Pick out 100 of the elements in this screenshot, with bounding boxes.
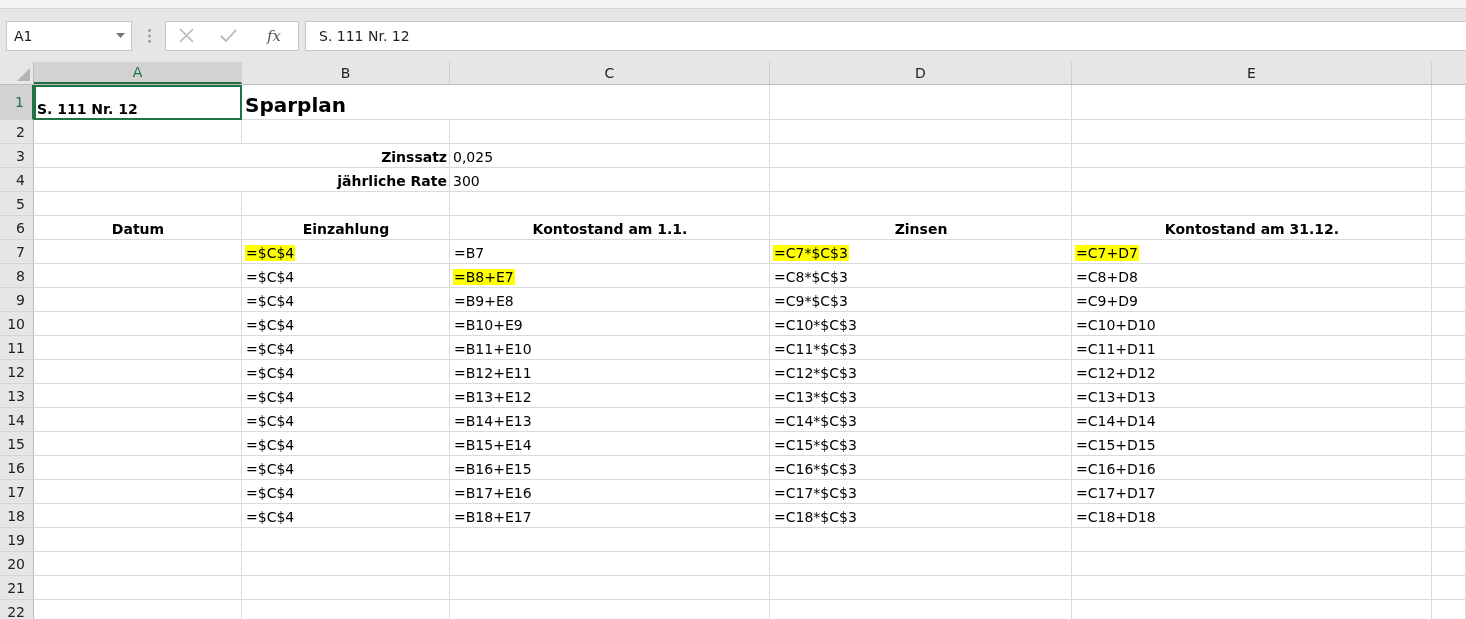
empty-cell[interactable] <box>1432 168 1466 192</box>
table-cell[interactable]: =C17*$C$3 <box>770 480 1072 504</box>
row-header[interactable]: 21 <box>0 576 34 600</box>
table-cell[interactable]: =C18+D18 <box>1072 504 1432 528</box>
row-header[interactable]: 13 <box>0 384 34 408</box>
empty-cell[interactable] <box>1432 504 1466 528</box>
table-cell[interactable]: =C7*$C$3 <box>770 240 1072 264</box>
table-cell[interactable]: =$C$4 <box>242 336 450 360</box>
table-cell[interactable]: =C14*$C$3 <box>770 408 1072 432</box>
empty-cell[interactable] <box>770 552 1072 576</box>
table-cell[interactable]: =C7+D7 <box>1072 240 1432 264</box>
row-header[interactable]: 8 <box>0 264 34 288</box>
row-header[interactable]: 14 <box>0 408 34 432</box>
table-cell[interactable]: =C8+D8 <box>1072 264 1432 288</box>
table-cell[interactable]: =B13+E12 <box>450 384 770 408</box>
table-cell[interactable]: =B10+E9 <box>450 312 770 336</box>
table-cell[interactable]: =C15*$C$3 <box>770 432 1072 456</box>
empty-cell[interactable] <box>770 120 1072 144</box>
drag-handle-icon[interactable] <box>148 28 151 43</box>
table-cell[interactable]: =C10+D10 <box>1072 312 1432 336</box>
table-cell[interactable]: =C18*$C$3 <box>770 504 1072 528</box>
empty-cell[interactable] <box>242 120 450 144</box>
table-cell[interactable]: =C10*$C$3 <box>770 312 1072 336</box>
select-all-icon[interactable] <box>17 68 30 81</box>
empty-cell[interactable] <box>1432 552 1466 576</box>
empty-cell[interactable] <box>1072 144 1432 168</box>
table-cell[interactable]: =C9+D9 <box>1072 288 1432 312</box>
column-header[interactable]: B <box>242 62 450 84</box>
row-header[interactable]: 20 <box>0 552 34 576</box>
row-header[interactable]: 10 <box>0 312 34 336</box>
row-header[interactable]: 11 <box>0 336 34 360</box>
checkmark-icon[interactable] <box>219 28 237 43</box>
insert-function-button[interactable]: fx <box>262 26 285 45</box>
table-cell[interactable]: =B14+E13 <box>450 408 770 432</box>
name-box[interactable]: A1 <box>6 20 132 51</box>
table-cell[interactable]: =C14+D14 <box>1072 408 1432 432</box>
row-header[interactable]: 4 <box>0 168 34 192</box>
empty-cell[interactable] <box>1432 144 1466 168</box>
row-header[interactable]: 16 <box>0 456 34 480</box>
table-cell[interactable]: =B17+E16 <box>450 480 770 504</box>
empty-cell[interactable] <box>450 85 770 120</box>
empty-cell[interactable] <box>770 168 1072 192</box>
table-cell[interactable]: =B8+E7 <box>450 264 770 288</box>
row-header[interactable]: 18 <box>0 504 34 528</box>
empty-cell[interactable] <box>450 120 770 144</box>
empty-cell[interactable] <box>1432 408 1466 432</box>
empty-cell[interactable] <box>450 192 770 216</box>
table-cell[interactable]: =C16*$C$3 <box>770 456 1072 480</box>
table-cell[interactable]: =$C$4 <box>242 384 450 408</box>
column-header[interactable]: C <box>450 62 770 84</box>
table-cell[interactable]: jährliche Rate <box>34 168 450 192</box>
table-cell[interactable]: =B16+E15 <box>450 456 770 480</box>
row-header[interactable]: 12 <box>0 360 34 384</box>
row-header[interactable]: 2 <box>0 120 34 144</box>
row-header[interactable]: 15 <box>0 432 34 456</box>
empty-cell[interactable] <box>1432 120 1466 144</box>
table-cell[interactable]: 0,025 <box>450 144 770 168</box>
empty-cell[interactable] <box>1432 432 1466 456</box>
empty-cell[interactable] <box>1432 528 1466 552</box>
table-cell[interactable]: =$C$4 <box>242 408 450 432</box>
empty-cell[interactable] <box>1432 240 1466 264</box>
table-cell[interactable]: =$C$4 <box>242 504 450 528</box>
table-cell[interactable]: =$C$4 <box>242 240 450 264</box>
table-cell[interactable]: =$C$4 <box>242 432 450 456</box>
table-cell[interactable]: =$C$4 <box>242 480 450 504</box>
empty-cell[interactable] <box>770 144 1072 168</box>
table-cell[interactable]: =C17+D17 <box>1072 480 1432 504</box>
empty-cell[interactable] <box>1072 192 1432 216</box>
table-cell[interactable]: =C12*$C$3 <box>770 360 1072 384</box>
empty-cell[interactable] <box>1432 360 1466 384</box>
row-header[interactable]: 22 <box>0 600 34 619</box>
empty-cell[interactable] <box>1432 456 1466 480</box>
table-cell[interactable]: Sparplan <box>242 85 450 120</box>
empty-cell[interactable] <box>450 528 770 552</box>
column-header[interactable]: E <box>1072 62 1432 84</box>
empty-cell[interactable] <box>770 192 1072 216</box>
table-cell[interactable]: =B18+E17 <box>450 504 770 528</box>
table-cell[interactable]: =$C$4 <box>242 360 450 384</box>
row-header[interactable]: 5 <box>0 192 34 216</box>
table-cell[interactable]: =C13*$C$3 <box>770 384 1072 408</box>
table-cell[interactable]: =$C$4 <box>242 312 450 336</box>
column-header[interactable]: D <box>770 62 1072 84</box>
table-cell[interactable]: =B15+E14 <box>450 432 770 456</box>
row-header[interactable]: 1 <box>0 85 34 120</box>
empty-cell[interactable] <box>242 192 450 216</box>
table-cell[interactable]: Zinsen <box>770 216 1072 240</box>
empty-cell[interactable] <box>242 552 450 576</box>
table-cell[interactable]: =C16+D16 <box>1072 456 1432 480</box>
row-header[interactable]: 7 <box>0 240 34 264</box>
empty-cell[interactable] <box>1432 576 1466 600</box>
table-cell[interactable]: =$C$4 <box>242 456 450 480</box>
empty-cell[interactable] <box>1432 288 1466 312</box>
formula-field[interactable]: S. 111 Nr. 12 <box>305 20 1466 51</box>
table-cell[interactable]: =$C$4 <box>242 264 450 288</box>
empty-cell[interactable] <box>1072 168 1432 192</box>
empty-cell[interactable] <box>1432 264 1466 288</box>
table-cell[interactable]: =$C$4 <box>242 288 450 312</box>
cancel-icon[interactable] <box>179 28 194 43</box>
table-cell[interactable]: =C15+D15 <box>1072 432 1432 456</box>
empty-cell[interactable] <box>1432 216 1466 240</box>
